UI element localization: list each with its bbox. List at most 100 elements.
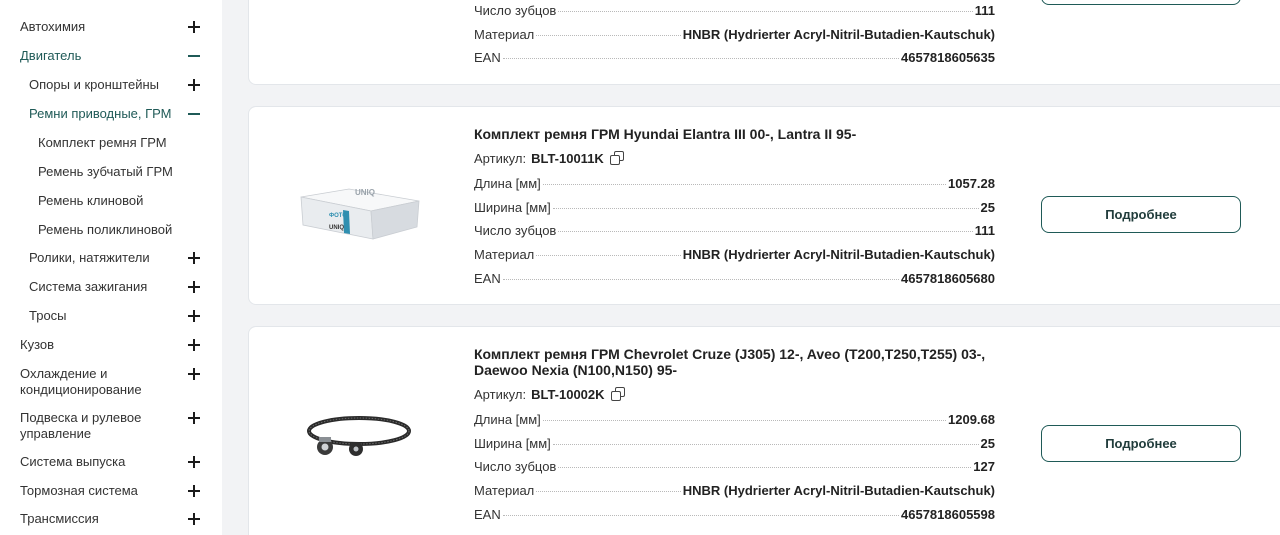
expand-plus-icon[interactable]: [188, 19, 200, 35]
image-brand-label: UNIQ: [329, 225, 344, 231]
spec-key: Число зубцов: [474, 3, 557, 18]
sidebar-item-cooling[interactable]: Охлаждение и кондиционирование: [20, 366, 210, 398]
expand-plus-icon[interactable]: [188, 454, 200, 470]
expand-plus-icon[interactable]: [188, 77, 200, 93]
spec-value: HNBR (Hydrierter Acryl-Nitril-Butadien-K…: [682, 27, 995, 42]
collapse-minus-icon[interactable]: [188, 106, 200, 122]
expand-plus-icon[interactable]: [188, 279, 200, 295]
spec-key: Длина [мм]: [474, 176, 541, 191]
sidebar-item-label: Система зажигания: [29, 279, 148, 294]
spec-value: 1209.68: [948, 412, 995, 427]
details-button[interactable]: Подробнее: [1041, 196, 1241, 233]
sidebar-item-transmission[interactable]: Трансмиссия: [20, 511, 210, 527]
product-image-box[interactable]: ФОТО UNIQ UNIQ: [289, 169, 429, 249]
spec-row: Материал HNBR (Hydrierter Acryl-Nitril-Bu…: [474, 27, 995, 45]
spec-key: Материал: [474, 247, 535, 262]
spec-row: Длина [мм] 1209.68: [474, 412, 995, 430]
spec-row: Число зубцов 111: [474, 223, 995, 241]
product-card: ФОТО UNIQ UNIQ Комплект ремня ГРМ Hyunda…: [248, 106, 1280, 305]
spec-value: 111: [974, 223, 995, 238]
spec-row: Материал HNBR (Hydrierter Acryl-Nitril-Bu…: [474, 247, 995, 265]
collapse-minus-icon[interactable]: [188, 48, 200, 64]
spec-row: Длина [мм] 1057.28: [474, 176, 995, 194]
spec-row: Ширина [мм] 25: [474, 200, 995, 218]
article-row: Артикул: BLT-10011K: [474, 151, 625, 166]
spec-key: EAN: [474, 507, 501, 522]
sidebar-item-autochem[interactable]: Автохимия: [20, 19, 210, 35]
sidebar-item-belts[interactable]: Ремни приводные, ГРМ: [29, 106, 210, 122]
sidebar-item-label: Подвеска и рулевое управление: [20, 410, 142, 441]
spec-row: EAN 4657818605680: [474, 271, 995, 289]
spec-value: 25: [980, 200, 995, 215]
sidebar-item-cables[interactable]: Тросы: [29, 308, 210, 324]
product-image-belt-kit[interactable]: [289, 399, 429, 479]
spec-value: 1057.28: [948, 176, 995, 191]
sidebar-item-timing-belt[interactable]: Ремень зубчатый ГРМ: [38, 164, 210, 180]
expand-plus-icon[interactable]: [188, 483, 200, 499]
spec-value: HNBR (Hydrierter Acryl-Nitril-Butadien-K…: [682, 247, 995, 262]
article-label: Артикул:: [474, 387, 527, 402]
spec-row: EAN 4657818605598: [474, 507, 995, 525]
expand-plus-icon[interactable]: [188, 250, 200, 266]
product-title[interactable]: Комплект ремня ГРМ Chevrolet Cruze (J305…: [474, 346, 994, 378]
spec-key: Материал: [474, 27, 535, 42]
article-code: BLT-10002K: [531, 387, 605, 402]
spec-row: Материал HNBR (Hydrierter Acryl-Nitril-Bu…: [474, 483, 995, 501]
details-button[interactable]: [1041, 0, 1241, 5]
sidebar-item-label: Система выпуска: [20, 454, 126, 469]
sidebar-item-label: Трансмиссия: [20, 511, 99, 526]
sidebar-item-label: Ремень клиновой: [38, 193, 144, 208]
sidebar-item-label: Ремень поликлиновой: [38, 222, 173, 237]
image-brand-lid: UNIQ: [355, 188, 375, 197]
copy-icon[interactable]: [609, 151, 625, 166]
copy-icon[interactable]: [610, 387, 626, 402]
sidebar-item-v-belt[interactable]: Ремень клиновой: [38, 193, 210, 209]
expand-plus-icon[interactable]: [188, 308, 200, 324]
sidebar-item-exhaust[interactable]: Система выпуска: [20, 454, 210, 470]
sidebar-item-brakes[interactable]: Тормозная система: [20, 483, 210, 499]
sidebar-item-timing-kit[interactable]: Комплект ремня ГРМ: [38, 135, 210, 151]
spec-value: 4657818605680: [901, 271, 995, 286]
expand-plus-icon[interactable]: [188, 366, 200, 382]
sidebar-item-mounts[interactable]: Опоры и кронштейны: [29, 77, 210, 93]
sidebar-item-label: Двигатель: [20, 48, 82, 63]
spec-value: 25: [980, 436, 995, 451]
sidebar-item-label: Ремень зубчатый ГРМ: [38, 164, 173, 179]
spec-value: 4657818605598: [901, 507, 995, 522]
sidebar-item-ribbed-belt[interactable]: Ремень поликлиновой: [38, 222, 210, 238]
sidebar-item-rollers[interactable]: Ролики, натяжители: [29, 250, 210, 266]
spec-value: 4657818605635: [901, 50, 995, 65]
spec-value: 111: [974, 3, 995, 18]
expand-plus-icon[interactable]: [188, 337, 200, 353]
spec-row: Ширина [мм] 25: [474, 436, 995, 454]
article-label: Артикул:: [474, 151, 527, 166]
sidebar-item-label: Автохимия: [20, 19, 86, 34]
spec-key: EAN: [474, 271, 501, 286]
spec-row: EAN 4657818605635: [474, 50, 995, 68]
sidebar-item-body[interactable]: Кузов: [20, 337, 210, 353]
article-code: BLT-10011K: [531, 151, 604, 166]
sidebar-item-label: Кузов: [20, 337, 55, 352]
expand-plus-icon[interactable]: [188, 511, 200, 527]
spec-key: Материал: [474, 483, 535, 498]
spec-key: Ширина [мм]: [474, 436, 551, 451]
sidebar-item-ignition[interactable]: Система зажигания: [29, 279, 210, 295]
spec-value: HNBR (Hydrierter Acryl-Nitril-Butadien-K…: [682, 483, 995, 498]
sidebar-item-label: Опоры и кронштейны: [29, 77, 160, 92]
expand-plus-icon[interactable]: [188, 410, 200, 426]
spec-row: Число зубцов 127: [474, 459, 995, 477]
sidebar-item-label: Ремни приводные, ГРМ: [29, 106, 172, 121]
details-button[interactable]: Подробнее: [1041, 425, 1241, 462]
spec-row: Число зубцов 111: [474, 3, 995, 21]
spec-key: Длина [мм]: [474, 412, 541, 427]
sidebar-item-engine[interactable]: Двигатель: [20, 48, 210, 64]
sidebar-item-label: Ролики, натяжители: [29, 250, 150, 265]
product-title[interactable]: Комплект ремня ГРМ Hyundai Elantra III 0…: [474, 126, 994, 142]
sidebar-item-suspension[interactable]: Подвеска и рулевое управление: [20, 410, 210, 442]
image-photo-label: ФОТО: [329, 213, 347, 219]
sidebar-item-label: Комплект ремня ГРМ: [38, 135, 167, 150]
article-row: Артикул: BLT-10002K: [474, 387, 626, 402]
spec-key: Ширина [мм]: [474, 200, 551, 215]
sidebar-item-label: Тормозная система: [20, 483, 138, 498]
sidebar-item-label: Охлаждение и кондиционирование: [20, 366, 142, 397]
